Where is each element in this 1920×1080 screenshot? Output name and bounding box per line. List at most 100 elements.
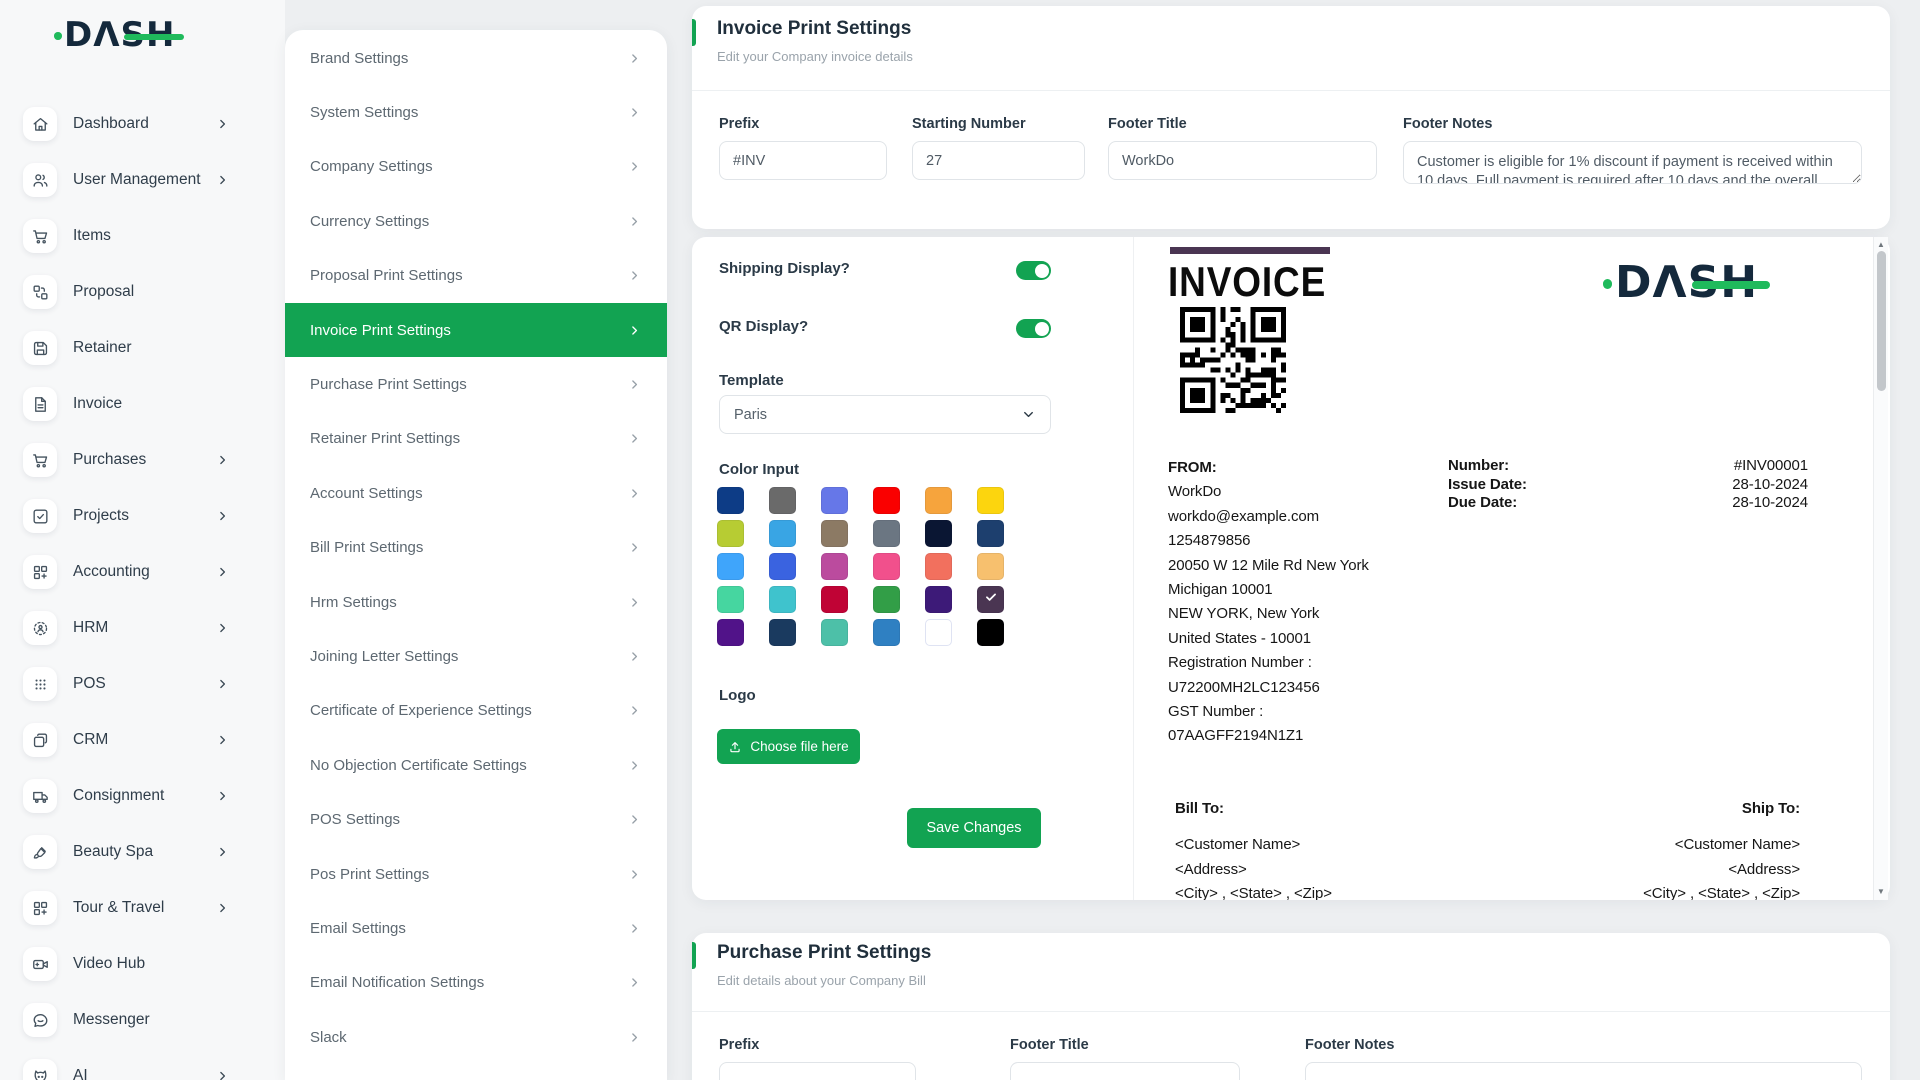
color-swatch-1d3f6e[interactable]	[977, 520, 1004, 547]
settings-nav-item-invoice-print-settings[interactable]: Invoice Print Settings	[285, 303, 667, 357]
color-swatch-3fa5fb[interactable]	[717, 553, 744, 580]
swap-boxes-icon	[23, 275, 57, 309]
scroll-up-arrow-icon[interactable]: ▲	[1874, 240, 1888, 250]
brush-icon	[23, 835, 57, 869]
choose-file-button[interactable]: Choose file here	[717, 729, 860, 764]
settings-nav-item-brand-settings[interactable]: Brand Settings	[285, 31, 667, 85]
app-logo[interactable]: DΛSH	[64, 18, 175, 52]
sidebar-item-crm[interactable]: CRM	[0, 712, 285, 768]
sidebar-item-consignment[interactable]: Consignment	[0, 768, 285, 824]
footer-notes-textarea[interactable]	[1403, 141, 1862, 184]
sidebar-item-pos[interactable]: POS	[0, 656, 285, 712]
starting-number-input[interactable]	[912, 141, 1085, 180]
sidebar-item-ai[interactable]: AI	[0, 1048, 285, 1080]
color-swatch-511389[interactable]	[717, 619, 744, 646]
settings-nav-item-company-settings[interactable]: Company Settings	[285, 140, 667, 194]
color-swatch-6a6a6a[interactable]	[769, 487, 796, 514]
from-line: Michigan 10001	[1168, 578, 1468, 602]
settings-nav-item-pos-settings[interactable]: POS Settings	[285, 792, 667, 846]
starting-number-label: Starting Number	[912, 116, 1085, 132]
template-select[interactable]: Paris	[719, 395, 1051, 434]
settings-nav-item-account-settings[interactable]: Account Settings	[285, 466, 667, 520]
sidebar-item-proposal[interactable]: Proposal	[0, 264, 285, 320]
chevron-right-icon	[216, 846, 229, 859]
color-swatch-b7cc33[interactable]	[717, 520, 744, 547]
settings-nav-item-system-settings[interactable]: System Settings	[285, 85, 667, 139]
sidebar-item-purchases[interactable]: Purchases	[0, 432, 285, 488]
color-swatch-39a5e4[interactable]	[769, 520, 796, 547]
settings-nav-item-currency-settings[interactable]: Currency Settings	[285, 194, 667, 248]
preview-accent-bar	[1170, 247, 1330, 254]
sidebar-item-dashboard[interactable]: Dashboard	[0, 96, 285, 152]
scroll-down-arrow-icon[interactable]: ▼	[1874, 887, 1888, 897]
settings-nav-item-label: Invoice Print Settings	[310, 322, 451, 339]
color-swatch-f6a43d[interactable]	[925, 487, 952, 514]
color-swatch-f1508c[interactable]	[873, 553, 900, 580]
sidebar-item-tour-travel[interactable]: Tour & Travel	[0, 880, 285, 936]
color-swatch-0d3c86[interactable]	[717, 487, 744, 514]
color-swatch-000000[interactable]	[977, 619, 1004, 646]
document-icon	[23, 387, 57, 421]
selected-color-swatch[interactable]	[977, 586, 1004, 613]
color-swatch-bb4b9e[interactable]	[821, 553, 848, 580]
color-swatch-fcd50e[interactable]	[977, 487, 1004, 514]
save-changes-button[interactable]: Save Changes	[907, 808, 1041, 848]
settings-nav-item-joining-letter-settings[interactable]: Joining Letter Settings	[285, 629, 667, 683]
settings-nav-item-email-settings[interactable]: Email Settings	[285, 901, 667, 955]
settings-nav-item-retainer-print-settings[interactable]: Retainer Print Settings	[285, 412, 667, 466]
settings-nav-item-no-objection-certificate-settings[interactable]: No Objection Certificate Settings	[285, 738, 667, 792]
settings-nav-item-label: Proposal Print Settings	[310, 267, 463, 284]
sidebar-item-user-management[interactable]: User Management	[0, 152, 285, 208]
color-swatch-0a1633[interactable]	[925, 520, 952, 547]
color-swatch-2f80c2[interactable]	[873, 619, 900, 646]
scrollbar-thumb[interactable]	[1877, 251, 1886, 391]
save-changes-label: Save Changes	[926, 820, 1021, 836]
color-swatch-46d6a0[interactable]	[717, 586, 744, 613]
settings-nav-item-proposal-print-settings[interactable]: Proposal Print Settings	[285, 249, 667, 303]
shipping-display-toggle[interactable]	[1016, 261, 1051, 280]
purchase-footer-notes-input[interactable]	[1305, 1062, 1862, 1080]
sidebar-item-video-hub[interactable]: Video Hub	[0, 936, 285, 992]
settings-nav-item-bill-print-settings[interactable]: Bill Print Settings	[285, 521, 667, 575]
sidebar-item-invoice[interactable]: Invoice	[0, 376, 285, 432]
chevron-right-icon	[628, 976, 641, 989]
settings-nav-item-purchase-print-settings[interactable]: Purchase Print Settings	[285, 357, 667, 411]
color-swatch-f7c06e[interactable]	[977, 553, 1004, 580]
chevron-right-icon	[628, 432, 641, 445]
sidebar-item-projects[interactable]: Projects	[0, 488, 285, 544]
settings-nav-item-hrm-settings[interactable]: Hrm Settings	[285, 575, 667, 629]
settings-nav-item-email-notification-settings[interactable]: Email Notification Settings	[285, 956, 667, 1010]
party-line-row: <Customer Name><Customer Name>	[1175, 833, 1800, 858]
color-swatch-c00335[interactable]	[821, 586, 848, 613]
sidebar-item-retainer[interactable]: Retainer	[0, 320, 285, 376]
qr-display-toggle[interactable]	[1016, 319, 1051, 338]
sidebar-item-beauty-spa[interactable]: Beauty Spa	[0, 824, 285, 880]
settings-nav-item-pos-print-settings[interactable]: Pos Print Settings	[285, 847, 667, 901]
color-swatch-3fc3cd[interactable]	[769, 586, 796, 613]
logo-dot-icon	[54, 32, 61, 39]
sidebar-item-accounting[interactable]: Accounting	[0, 544, 285, 600]
color-swatch-f2705e[interactable]	[925, 553, 952, 580]
color-swatch-8c7a64[interactable]	[821, 520, 848, 547]
color-swatch-ffffff[interactable]	[925, 619, 952, 646]
color-swatch-1a3a5f[interactable]	[769, 619, 796, 646]
sidebar-menu: DashboardUser ManagementItemsProposalRet…	[0, 96, 285, 1080]
sidebar-item-hrm[interactable]: HRM	[0, 600, 285, 656]
color-swatch-fa0000[interactable]	[873, 487, 900, 514]
color-swatch-4dc0a8[interactable]	[821, 619, 848, 646]
color-swatch-6677e8[interactable]	[821, 487, 848, 514]
logo-upload-label: Logo	[719, 687, 756, 704]
purchase-footer-title-input[interactable]	[1010, 1062, 1240, 1080]
color-swatch-3d1a78[interactable]	[925, 586, 952, 613]
color-swatch-3a63e0[interactable]	[769, 553, 796, 580]
settings-nav-item-certificate-of-experience-settings[interactable]: Certificate of Experience Settings	[285, 684, 667, 738]
sidebar-item-items[interactable]: Items	[0, 208, 285, 264]
color-swatch-329e47[interactable]	[873, 586, 900, 613]
footer-title-input[interactable]	[1108, 141, 1377, 180]
settings-nav-item-slack[interactable]: Slack	[285, 1010, 667, 1064]
purchase-prefix-input[interactable]	[719, 1062, 916, 1080]
sidebar-item-messenger[interactable]: Messenger	[0, 992, 285, 1048]
prefix-input[interactable]	[719, 141, 887, 180]
color-swatch-6b7682[interactable]	[873, 520, 900, 547]
bill-to-line: <Customer Name>	[1175, 833, 1300, 858]
